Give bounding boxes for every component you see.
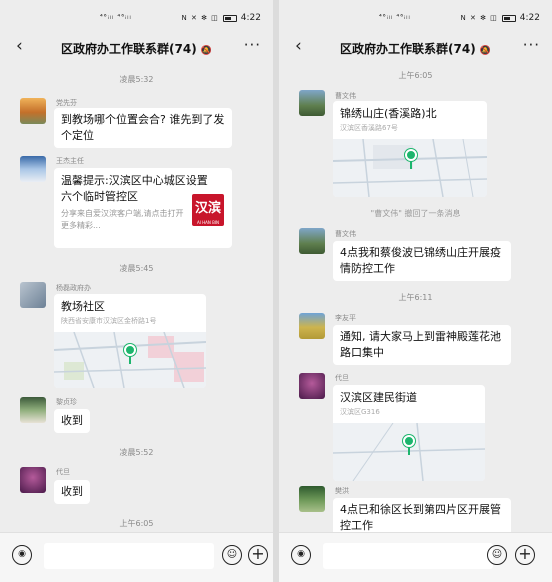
emoji-icon[interactable]: ☺ [487, 545, 507, 565]
input-bar: ◉ ☺ + [0, 532, 273, 582]
avatar[interactable] [20, 156, 46, 182]
right-phone-screen: ⁴⁶ᵢₗₗ ⁴⁶ᵢₗₗ N ✕ ✻ ◫ 4:22 ‹ 区政府办工作联系群(74)… [279, 0, 552, 582]
voice-icon[interactable]: ◉ [291, 545, 311, 565]
timestamp: 凌晨5:32 [119, 75, 154, 84]
map-pin-icon [403, 435, 415, 455]
map-pin-icon [405, 149, 417, 169]
sender-name: 樊洪 [335, 487, 349, 495]
thumbnail-text: 汉滨 [194, 201, 221, 216]
chat-title: 区政府办工作联系群(74) 🔕 [279, 40, 552, 57]
message-input[interactable] [323, 543, 493, 569]
sender-name: 杨磊政府办 [56, 284, 91, 292]
mute-icon: 🔕 [200, 46, 212, 56]
map-pin-icon [124, 344, 136, 364]
system-notice: "曹文伟" 撤回了一条消息 [370, 209, 461, 218]
more-icon[interactable]: ··· [244, 36, 261, 54]
signal-indicator: ⁴⁶ᵢₗₗ ⁴⁶ᵢₗₗ [100, 13, 132, 21]
status-bar: ⁴⁶ᵢₗₗ ⁴⁶ᵢₗₗ N ✕ ✻ ◫ 4:22 [0, 0, 273, 34]
clock: 4:22 [519, 13, 540, 23]
sender-name: 代旦 [335, 374, 349, 382]
voice-icon[interactable]: ◉ [12, 545, 32, 565]
chat-title-text: 区政府办工作联系群(74) [61, 42, 197, 56]
timestamp: 上午6:11 [398, 293, 433, 302]
signal-indicator: ⁴⁶ᵢₗₗ ⁴⁶ᵢₗₗ [379, 13, 411, 21]
timestamp: 上午6:05 [119, 519, 154, 528]
sender-name: 曹文伟 [335, 230, 356, 238]
location-address: 陕西省安康市汉滨区金桥路1号 [61, 317, 157, 325]
chat-title-text: 区政府办工作联系群(74) [340, 42, 476, 56]
more-icon[interactable]: ··· [523, 36, 540, 54]
avatar[interactable] [299, 228, 325, 254]
location-title: 汉滨区建民街道 [340, 391, 417, 404]
message-bubble[interactable]: 收到 [54, 480, 90, 504]
article-thumbnail: 汉滨 AI HAN BIN [192, 194, 224, 226]
battery-icon [501, 14, 516, 22]
plus-icon[interactable]: + [515, 545, 535, 565]
message-bubble[interactable]: 到教场哪个位置会合? 谁先到了发个定位 [54, 108, 232, 148]
message-list[interactable]: 上午6:05 曹文伟 锦绣山庄(香溪路)北 汉滨区香溪路67号 "曹文伟" 撤回… [279, 62, 552, 532]
avatar[interactable] [20, 282, 46, 308]
chat-title: 区政府办工作联系群(74) 🔕 [0, 40, 273, 57]
chat-header: ‹ 区政府办工作联系群(74) 🔕 ··· [0, 34, 273, 62]
battery-icon [222, 14, 237, 22]
status-bar: ⁴⁶ᵢₗₗ ⁴⁶ᵢₗₗ N ✕ ✻ ◫ 4:22 [279, 0, 552, 34]
input-bar: ◉ ☺ + [279, 532, 552, 582]
thumbnail-subtext: AI HAN BIN [196, 220, 220, 225]
sender-name: 李友平 [335, 314, 356, 322]
plus-icon[interactable]: + [248, 545, 268, 565]
location-map[interactable] [333, 139, 487, 197]
location-card[interactable]: 锦绣山庄(香溪路)北 汉滨区香溪路67号 [333, 101, 487, 197]
left-phone-screen: ⁴⁶ᵢₗₗ ⁴⁶ᵢₗₗ N ✕ ✻ ◫ 4:22 ‹ 区政府办工作联系群(74)… [0, 0, 273, 582]
avatar[interactable] [20, 397, 46, 423]
location-title: 教场社区 [61, 300, 105, 313]
article-preview: 分享来自爱汉滨客户端,请点击打开更多精彩... [61, 209, 184, 230]
avatar[interactable] [299, 486, 325, 512]
avatar[interactable] [20, 467, 46, 493]
status-icons: N ✕ ✻ ◫ [460, 14, 498, 22]
screenshot-collage: ⁴⁶ᵢₗₗ ⁴⁶ᵢₗₗ N ✕ ✻ ◫ 4:22 ‹ 区政府办工作联系群(74)… [0, 0, 552, 582]
location-title: 锦绣山庄(香溪路)北 [340, 107, 437, 120]
location-address: 汉滨区G316 [340, 408, 380, 416]
mute-icon: 🔕 [479, 46, 491, 56]
message-bubble[interactable]: 通知, 请大家马上到雷神殿莲花池路口集中 [333, 325, 511, 365]
status-icons: N ✕ ✻ ◫ [181, 14, 219, 22]
sender-name: 代旦 [56, 468, 70, 476]
sender-name: 黎贞珍 [56, 398, 77, 406]
message-bubble[interactable]: 4点已和徐区长到第四片区开展管控工作 [333, 498, 511, 532]
timestamp: 凌晨5:52 [119, 448, 154, 457]
sender-name: 党先芬 [56, 99, 77, 107]
clock: 4:22 [240, 13, 261, 23]
location-card[interactable]: 教场社区 陕西省安康市汉滨区金桥路1号 [54, 294, 206, 388]
avatar[interactable] [299, 90, 325, 116]
avatar[interactable] [20, 98, 46, 124]
article-card[interactable]: 温馨提示:汉滨区中心城区设置六个临时管控区 分享来自爱汉滨客户端,请点击打开更多… [54, 168, 232, 248]
emoji-icon[interactable]: ☺ [222, 545, 242, 565]
avatar[interactable] [299, 313, 325, 339]
timestamp: 上午6:05 [398, 71, 433, 80]
message-bubble[interactable]: 4点我和蔡俊波已锦绣山庄开展疫情防控工作 [333, 241, 511, 281]
location-address: 汉滨区香溪路67号 [340, 124, 398, 132]
location-map[interactable] [54, 332, 206, 388]
message-bubble[interactable]: 收到 [54, 409, 90, 433]
message-list[interactable]: 凌晨5:32 党先芬 到教场哪个位置会合? 谁先到了发个定位 王杰主任 温馨提示… [0, 62, 273, 532]
message-input[interactable] [44, 543, 214, 569]
timestamp: 凌晨5:45 [119, 264, 154, 273]
location-map[interactable] [333, 423, 485, 481]
sender-name: 王杰主任 [56, 157, 84, 165]
chat-header: ‹ 区政府办工作联系群(74) 🔕 ··· [279, 34, 552, 62]
location-card[interactable]: 汉滨区建民街道 汉滨区G316 [333, 385, 485, 481]
avatar[interactable] [299, 373, 325, 399]
sender-name: 曹文伟 [335, 92, 356, 100]
